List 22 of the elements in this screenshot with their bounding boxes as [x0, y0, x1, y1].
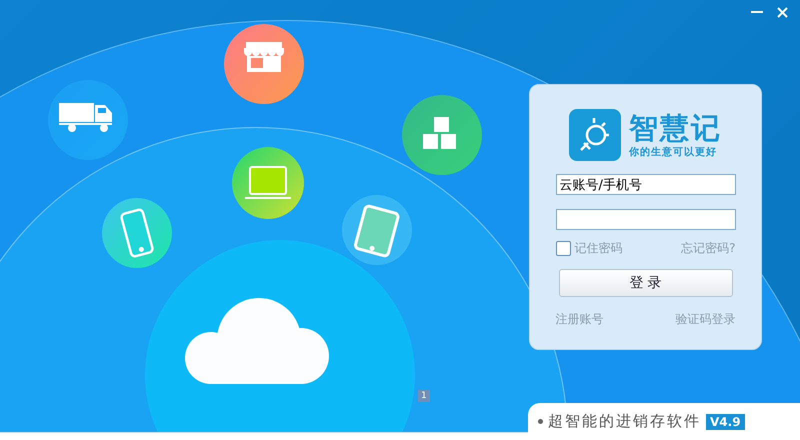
account-field[interactable]: 云账号/手机号	[556, 174, 736, 195]
tagline: 超智能的进销存软件	[548, 412, 701, 431]
store-icon	[224, 24, 304, 104]
register-link[interactable]: 注册账号	[556, 311, 604, 328]
laptop-icon	[232, 147, 304, 219]
code-login-link[interactable]: 验证码登录	[676, 311, 736, 328]
forgot-password-link[interactable]: 忘记密码?	[681, 240, 736, 257]
app-slogan: 你的生意可以更好	[629, 146, 718, 159]
version-badge: V4.9	[706, 414, 745, 430]
password-field[interactable]	[556, 209, 736, 230]
truck-icon	[48, 80, 128, 160]
page-badge: 1	[418, 390, 430, 402]
phone-icon	[102, 198, 172, 268]
remember-label: 记住密码	[574, 240, 622, 257]
bullet-icon	[538, 419, 543, 424]
cubes-icon	[402, 95, 482, 175]
close-icon[interactable]	[777, 6, 788, 18]
remember-checkbox[interactable]	[556, 241, 570, 256]
tablet-icon	[342, 195, 412, 265]
lightbulb-logo-icon	[569, 109, 621, 161]
login-button[interactable]: 登 录	[558, 269, 732, 297]
app-name: 智慧记	[629, 111, 722, 145]
